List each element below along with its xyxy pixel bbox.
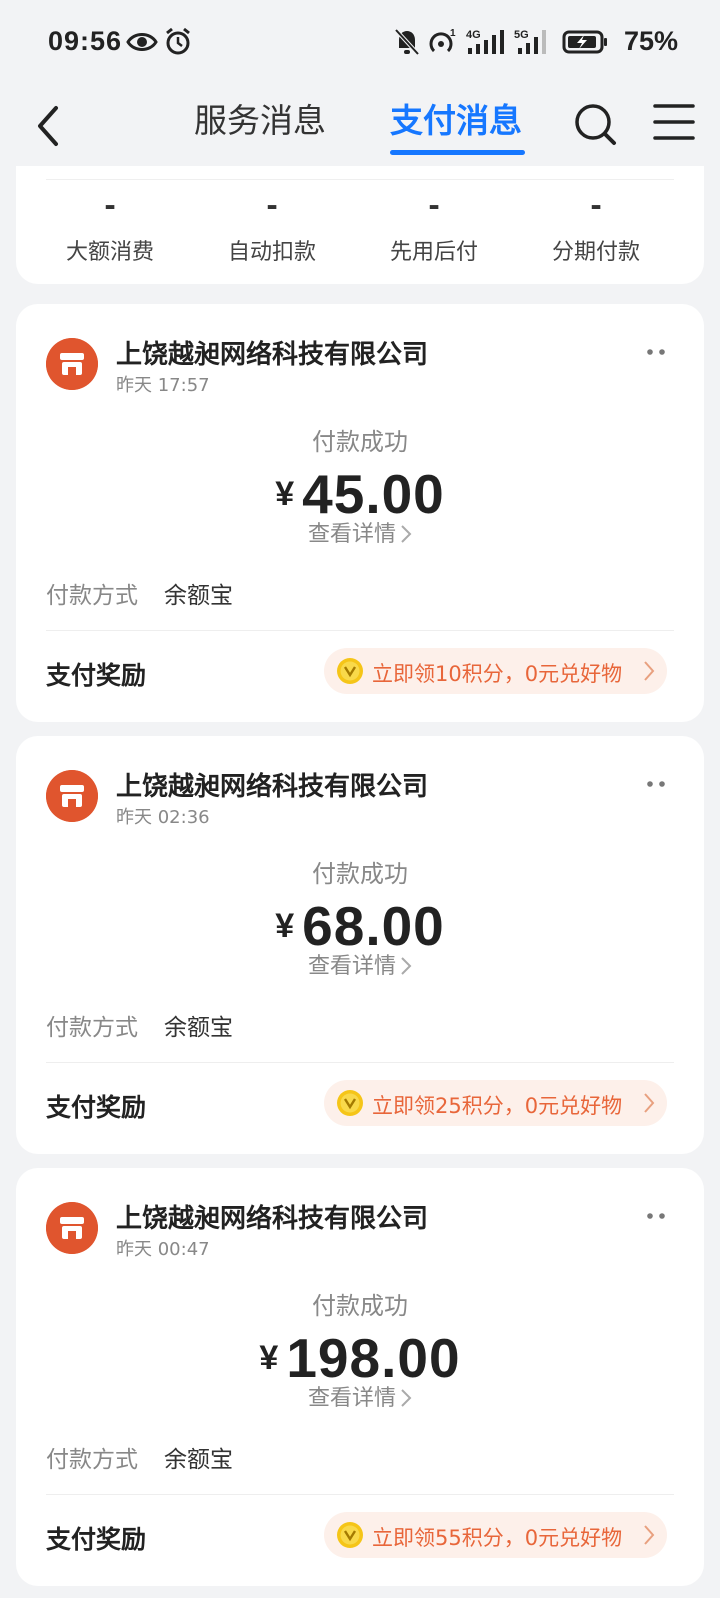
reward-text: 立即领25积分，0元兑好物 (372, 1094, 623, 1118)
menu-icon[interactable] (652, 100, 696, 144)
currency-symbol: ¥ (259, 1339, 279, 1377)
summary-value: - (590, 189, 602, 222)
back-button[interactable] (28, 96, 68, 152)
hotspot-icon: 1 (429, 28, 456, 53)
alarm-icon (166, 27, 190, 55)
summary-auto-deduction[interactable]: - 自动扣款 (202, 188, 342, 266)
payment-method-value: 余额宝 (164, 1447, 233, 1473)
chevron-right-icon (644, 661, 655, 681)
currency-symbol: ¥ (275, 475, 295, 513)
mute-bell-icon (394, 28, 420, 56)
summary-value: - (104, 189, 116, 222)
payment-card[interactable]: 上饶越昶网络科技有限公司 昨天 02:36 付款成功 ¥68.00 查看详情 付… (16, 736, 704, 1154)
status-bar: 09:56 1 4G 5G 75% (0, 0, 720, 86)
reward-label: 支付奖励 (46, 661, 147, 690)
merchant-name: 上饶越昶网络科技有限公司 (116, 772, 429, 802)
reward-label: 支付奖励 (46, 1093, 147, 1122)
reward-points-button[interactable]: 立即领10积分，0元兑好物 (324, 648, 667, 694)
reward-label: 支付奖励 (46, 1525, 147, 1554)
eye-icon (126, 33, 158, 51)
summary-pay-later[interactable]: - 先用后付 (364, 188, 504, 266)
reward-text: 立即领55积分，0元兑好物 (372, 1526, 623, 1550)
chevron-right-icon (401, 957, 412, 975)
more-options-icon[interactable] (642, 1208, 672, 1224)
chevron-right-icon (401, 1389, 412, 1407)
payment-card[interactable]: 上饶越昶网络科技有限公司 昨天 00:47 付款成功 ¥198.00 查看详情 … (16, 1168, 704, 1586)
chevron-right-icon (644, 1093, 655, 1113)
coin-icon (337, 1522, 363, 1548)
summary-label: 分期付款 (551, 240, 640, 265)
chevron-right-icon (401, 525, 412, 543)
reward-points-button[interactable]: 立即领25积分，0元兑好物 (324, 1080, 667, 1126)
payment-time: 昨天 17:57 (116, 375, 210, 396)
summary-installment[interactable]: - 分期付款 (526, 188, 666, 266)
coin-icon (337, 1090, 363, 1116)
summary-label: 先用后付 (389, 240, 478, 265)
summary-value: - (266, 189, 278, 222)
svg-text:1: 1 (450, 28, 456, 39)
payment-method-value: 余额宝 (164, 1015, 233, 1041)
payment-method-value: 余额宝 (164, 583, 233, 609)
payment-card[interactable]: 上饶越昶网络科技有限公司 昨天 17:57 付款成功 ¥45.00 查看详情 付… (16, 304, 704, 722)
more-options-icon[interactable] (642, 776, 672, 792)
battery-percent: 75% (623, 26, 678, 56)
view-details-label: 查看详情 (307, 954, 396, 979)
payment-time: 昨天 00:47 (116, 1239, 210, 1260)
payment-status: 付款成功 (312, 428, 408, 456)
payment-status: 付款成功 (312, 860, 408, 888)
card-divider (46, 630, 674, 631)
card-divider (46, 1062, 674, 1063)
5g-signal-icon: 5G (514, 29, 546, 54)
view-details-link[interactable]: 查看详情 (16, 948, 704, 980)
payment-time: 昨天 02:36 (116, 807, 210, 828)
svg-text:5G: 5G (514, 29, 529, 41)
payment-summary-card: - 大额消费 - 自动扣款 - 先用后付 - 分期付款 (16, 166, 704, 284)
payment-method-label: 付款方式 (46, 1015, 138, 1041)
status-time: 09:56 (48, 26, 123, 56)
coin-icon (337, 658, 363, 684)
payment-status: 付款成功 (312, 1292, 408, 1320)
merchant-name: 上饶越昶网络科技有限公司 (116, 340, 429, 370)
store-icon (46, 338, 98, 390)
search-icon[interactable] (570, 96, 620, 152)
summary-label: 自动扣款 (227, 240, 316, 265)
active-tab-indicator (390, 150, 525, 155)
summary-large-spending[interactable]: - 大额消费 (40, 188, 180, 266)
payment-method-label: 付款方式 (46, 1447, 138, 1473)
tab-service-messages[interactable]: 服务消息 (194, 94, 326, 142)
reward-text: 立即领10积分，0元兑好物 (372, 662, 623, 686)
merchant-name: 上饶越昶网络科技有限公司 (116, 1204, 429, 1234)
store-icon (46, 770, 98, 822)
chevron-right-icon (644, 1525, 655, 1545)
view-details-label: 查看详情 (307, 522, 396, 547)
currency-symbol: ¥ (275, 907, 295, 945)
more-options-icon[interactable] (642, 344, 672, 360)
svg-text:4G: 4G (466, 29, 481, 41)
4g-signal-icon: 4G (466, 29, 504, 54)
reward-points-button[interactable]: 立即领55积分，0元兑好物 (324, 1512, 667, 1558)
tab-payment-messages[interactable]: 支付消息 (390, 94, 522, 142)
battery-charging-icon (562, 30, 607, 54)
summary-divider (46, 179, 674, 180)
view-details-link[interactable]: 查看详情 (16, 1380, 704, 1412)
card-divider (46, 1494, 674, 1495)
view-details-link[interactable]: 查看详情 (16, 516, 704, 548)
summary-label: 大额消费 (65, 240, 154, 265)
payment-method-label: 付款方式 (46, 583, 138, 609)
summary-value: - (428, 189, 440, 222)
store-icon (46, 1202, 98, 1254)
view-details-label: 查看详情 (307, 1386, 396, 1411)
top-nav: 服务消息 支付消息 (0, 86, 720, 166)
